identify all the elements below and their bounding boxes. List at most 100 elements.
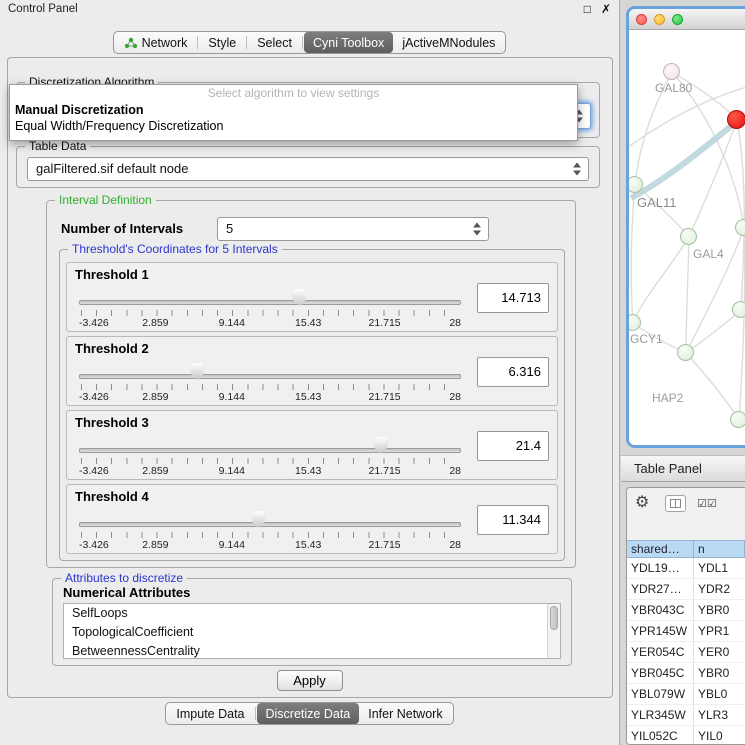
tab-divider	[302, 36, 303, 49]
tab-network[interactable]: Network	[115, 32, 197, 53]
threshold-1-value-field[interactable]: 14.713	[477, 283, 549, 313]
attributes-list: SelfLoops TopologicalCoefficient Between…	[63, 603, 561, 659]
tab-impute-data[interactable]: Impute Data	[167, 703, 253, 724]
list-scrollbar[interactable]	[547, 604, 560, 658]
network-node[interactable]	[730, 411, 745, 428]
threshold-2-panel: Threshold 2 -3.426 2.859 9.144 15.43 21.…	[66, 336, 558, 406]
number-of-intervals-label: Number of Intervals	[61, 221, 183, 236]
dropdown-option-manual-discretization[interactable]: Manual Discretization	[10, 102, 577, 118]
tab-divider	[255, 707, 256, 720]
slider-ticks	[81, 384, 459, 390]
list-item-selfloops[interactable]: SelfLoops	[64, 604, 560, 623]
table-row[interactable]: YBL079WYBL0	[627, 684, 745, 705]
columns-icon[interactable]	[665, 495, 686, 512]
tab-discretize-data[interactable]: Discretize Data	[257, 703, 360, 724]
threshold-2-value-field[interactable]: 6.316	[477, 357, 549, 387]
table-panel-toolbar: ⚙ ☑☑	[627, 488, 745, 540]
threshold-3-value-field[interactable]: 21.4	[477, 431, 549, 461]
slider-tick-labels: -3.426 2.859 9.144 15.43 21.715 28	[79, 465, 461, 477]
tab-select[interactable]: Select	[248, 32, 301, 53]
network-view-window[interactable]: GAL80 GAL11 GAL4 GCY1 HAP2	[626, 6, 745, 448]
number-of-intervals-combobox[interactable]: 5	[217, 217, 489, 241]
dropdown-option-equal-width[interactable]: Equal Width/Frequency Discretization	[10, 118, 577, 134]
threshold-label: Threshold 1	[75, 267, 149, 282]
tab-cyni-toolbox[interactable]: Cyni Toolbox	[304, 32, 393, 53]
table-row[interactable]: YLR345WYLR3	[627, 705, 745, 726]
threshold-1-slider[interactable]: -3.426 2.859 9.144 15.43 21.715 28	[79, 287, 461, 329]
slider-track[interactable]	[79, 374, 461, 379]
gear-icon[interactable]: ⚙	[635, 494, 649, 512]
slider-track[interactable]	[79, 300, 461, 305]
threshold-4-slider[interactable]: -3.426 2.859 9.144 15.43 21.715 28	[79, 509, 461, 551]
column-header-name[interactable]: n	[694, 540, 745, 558]
combo-stepper-icon[interactable]	[573, 163, 582, 176]
tab-divider	[197, 36, 198, 49]
float-window-icon[interactable]: □	[584, 2, 591, 16]
tab-style[interactable]: Style	[199, 32, 245, 53]
table-row[interactable]: YDR27…YDR2	[627, 579, 745, 600]
network-node-label: GAL4	[693, 247, 724, 261]
slider-tick-labels: -3.426 2.859 9.144 15.43 21.715 28	[79, 391, 461, 403]
network-node[interactable]	[732, 301, 745, 318]
network-node-label: HAP2	[652, 391, 683, 405]
interval-definition-group: Interval Definition Number of Intervals …	[46, 200, 576, 568]
attributes-group: Attributes to discretize Numerical Attri…	[52, 578, 572, 666]
table-row[interactable]: YDL19…YDL1	[627, 558, 745, 579]
mac-minimize-icon[interactable]	[654, 14, 665, 25]
cyni-mode-tabs: Impute Data Discretize Data Infer Networ…	[0, 702, 619, 725]
threshold-label: Threshold 3	[75, 415, 149, 430]
number-of-intervals-value: 5	[218, 218, 488, 240]
group-title: Table Data	[25, 139, 90, 154]
network-canvas[interactable]: GAL80 GAL11 GAL4 GCY1 HAP2	[629, 30, 745, 445]
group-title: Threshold's Coordinates for 5 Intervals	[68, 242, 282, 257]
column-header-shared-name[interactable]: shared…	[627, 540, 694, 558]
slider-ticks	[81, 458, 459, 464]
control-panel-window: Control Panel □ ✗ Network	[0, 0, 620, 745]
control-panel-titlebar[interactable]: Control Panel □ ✗	[0, 0, 619, 20]
list-item-topologicalcoefficient[interactable]: TopologicalCoefficient	[64, 623, 560, 642]
tab-label: Infer Network	[368, 707, 442, 721]
network-node[interactable]	[626, 176, 643, 193]
network-node-label: GCY1	[630, 332, 663, 346]
mac-close-icon[interactable]	[636, 14, 647, 25]
group-title: Interval Definition	[55, 193, 156, 208]
group-title: Attributes to discretize	[61, 571, 187, 586]
threshold-1-panel: Threshold 1 -3.426 2.859 9.144 15.43 21.…	[66, 262, 558, 332]
tab-infer-network[interactable]: Infer Network	[359, 703, 451, 724]
table-row[interactable]: YBR045CYBR0	[627, 663, 745, 684]
network-window-titlebar[interactable]	[629, 9, 745, 30]
tab-label: Impute Data	[176, 707, 244, 721]
table-row[interactable]: YPR145WYPR1	[627, 621, 745, 642]
combo-stepper-icon[interactable]	[473, 223, 482, 236]
scrollbar-thumb[interactable]	[550, 606, 558, 630]
window-title: Control Panel	[8, 3, 78, 15]
network-node[interactable]	[677, 344, 694, 361]
network-node[interactable]	[663, 63, 680, 80]
slider-ticks	[81, 532, 459, 538]
table-row[interactable]: YER054CYER0	[627, 642, 745, 663]
table-data-value: galFiltered.sif default node	[28, 158, 588, 180]
network-node-label: GAL80	[655, 81, 692, 95]
table-panel-window: ⚙ ☑☑ shared… n YDL19…YDL1 YDR27…YDR2 YBR…	[626, 487, 745, 745]
tab-jactivemnodules[interactable]: jActiveMNodules	[393, 32, 504, 53]
threshold-3-slider[interactable]: -3.426 2.859 9.144 15.43 21.715 28	[79, 435, 461, 477]
table-data-combobox[interactable]: galFiltered.sif default node	[27, 157, 589, 181]
table-row[interactable]: YIL052CYIL0	[627, 726, 745, 745]
mac-zoom-icon[interactable]	[672, 14, 683, 25]
select-columns-icon[interactable]: ☑☑	[697, 497, 717, 510]
threshold-4-value-field[interactable]: 11.344	[477, 505, 549, 535]
threshold-2-slider[interactable]: -3.426 2.859 9.144 15.43 21.715 28	[79, 361, 461, 403]
slider-track[interactable]	[79, 522, 461, 527]
network-node-red[interactable]	[727, 110, 745, 129]
network-node[interactable]	[735, 219, 745, 236]
network-node[interactable]	[680, 228, 697, 245]
table-panel-title: Table Panel	[634, 461, 702, 476]
table-row[interactable]: YBR043CYBR0	[627, 600, 745, 621]
table-header-row: shared… n	[627, 540, 745, 558]
close-icon[interactable]: ✗	[601, 2, 611, 16]
slider-tick-labels: -3.426 2.859 9.144 15.43 21.715 28	[79, 317, 461, 329]
slider-track[interactable]	[79, 448, 461, 453]
apply-button[interactable]: Apply	[277, 670, 343, 691]
list-item-betweennesscentrality[interactable]: BetweennessCentrality	[64, 642, 560, 659]
threshold-4-panel: Threshold 4 -3.426 2.859 9.144 15.43 21.…	[66, 484, 558, 554]
